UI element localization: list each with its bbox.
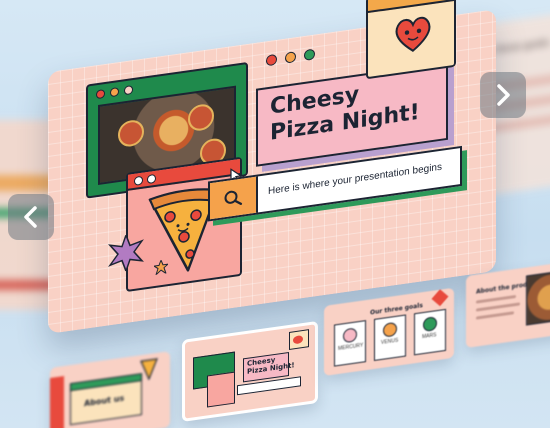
slide-title: Cheesy Pizza Night! <box>270 71 438 147</box>
pizza-slice-icon <box>140 358 158 381</box>
chevron-right-icon <box>497 84 510 106</box>
thumbnail-three-goals[interactable]: Our three goals MERCURY VENUS MARS <box>324 287 454 376</box>
starburst-icon <box>108 232 144 274</box>
thumbnail-title-slide[interactable]: Cheesy Pizza Night! <box>182 320 318 422</box>
thumbnail-about-product[interactable]: About the product <box>466 260 550 348</box>
previous-slide-button[interactable] <box>8 194 54 240</box>
heart-icon <box>395 16 431 52</box>
main-slide: Cheesy Pizza Night! Here is where your p… <box>48 0 496 334</box>
next-slide-button[interactable] <box>480 72 526 118</box>
chevron-left-icon <box>24 206 37 228</box>
pizza-window <box>126 156 242 293</box>
search-icon <box>224 190 243 205</box>
heart-window <box>366 0 456 80</box>
presentation-preview: Our three goals Cheesy Pizza Night! Here… <box>0 0 550 428</box>
search-button[interactable] <box>210 176 258 220</box>
thumbnail-about-us[interactable]: About us <box>50 351 170 428</box>
small-star-icon <box>154 259 168 276</box>
